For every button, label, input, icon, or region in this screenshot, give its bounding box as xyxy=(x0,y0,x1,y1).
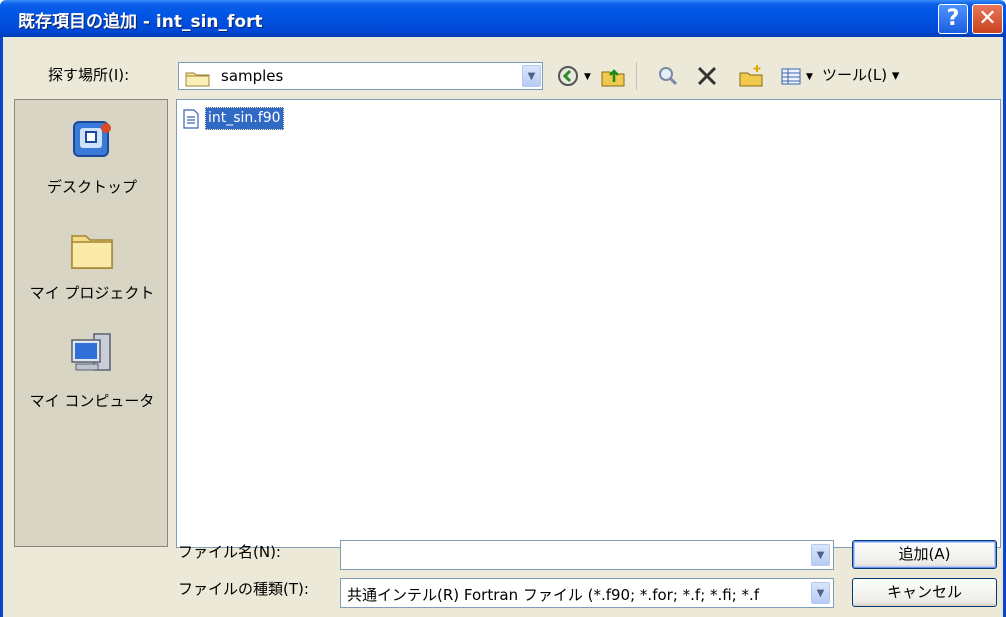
computer-icon xyxy=(66,333,118,384)
place-my-computer[interactable]: マイ コンピュータ xyxy=(15,330,169,411)
back-icon[interactable] xyxy=(556,64,580,88)
folder-icon xyxy=(185,69,211,91)
close-button[interactable]: ✕ xyxy=(972,4,1003,34)
window-title: 既存項目の追加 - int_sin_fort xyxy=(18,12,263,32)
add-button[interactable]: 追加(A) xyxy=(852,540,997,569)
filetype-select[interactable]: 共通インテル(R) Fortran ファイル (*.f90; *.for; *.… xyxy=(340,578,834,608)
chevron-down-icon[interactable]: ▼ xyxy=(522,65,541,87)
filetype-value: 共通インテル(R) Fortran ファイル (*.f90; *.for; *.… xyxy=(347,586,760,604)
filetype-label: ファイルの種類(T): xyxy=(178,580,309,598)
cancel-button[interactable]: キャンセル xyxy=(852,578,997,607)
new-folder-icon[interactable] xyxy=(738,64,764,88)
delete-icon[interactable] xyxy=(695,64,719,88)
search-web-icon[interactable] xyxy=(656,64,680,88)
lookin-combo[interactable]: samples ▼ xyxy=(178,62,543,90)
place-desktop[interactable]: デスクトップ xyxy=(15,118,169,197)
views-dropdown-icon[interactable]: ▼ xyxy=(806,72,813,82)
up-folder-icon[interactable] xyxy=(600,64,626,88)
fortran-file-icon xyxy=(182,109,200,133)
filename-combo[interactable]: ▼ xyxy=(340,540,834,570)
help-button[interactable]: ? xyxy=(938,4,968,34)
place-label: マイ プロジェクト xyxy=(29,284,155,302)
places-bar: デスクトップ マイ プロジェクト マイ コンピュータ xyxy=(14,99,168,547)
tools-menu[interactable]: ツール(L) ▾ xyxy=(822,64,899,85)
filename-label: ファイル名(N): xyxy=(178,543,281,561)
place-label: デスクトップ xyxy=(46,178,137,196)
back-dropdown-icon[interactable]: ▼ xyxy=(584,72,591,82)
lookin-label: 探す場所(I): xyxy=(48,66,130,84)
title-bar: 既存項目の追加 - int_sin_fort ? ✕ xyxy=(0,0,1006,37)
filename-input[interactable] xyxy=(345,542,805,568)
folder-icon xyxy=(68,235,116,276)
views-icon[interactable] xyxy=(780,64,802,88)
place-my-projects[interactable]: マイ プロジェクト xyxy=(15,228,169,303)
chevron-down-icon[interactable]: ▼ xyxy=(811,582,830,604)
file-list[interactable]: int_sin.f90 xyxy=(176,99,1001,548)
file-name: int_sin.f90 xyxy=(205,107,284,130)
place-label: マイ コンピュータ xyxy=(29,392,155,410)
lookin-value: samples xyxy=(221,67,284,85)
desktop-icon xyxy=(68,121,116,170)
chevron-down-icon[interactable]: ▼ xyxy=(811,544,830,566)
toolbar-separator xyxy=(636,62,637,90)
